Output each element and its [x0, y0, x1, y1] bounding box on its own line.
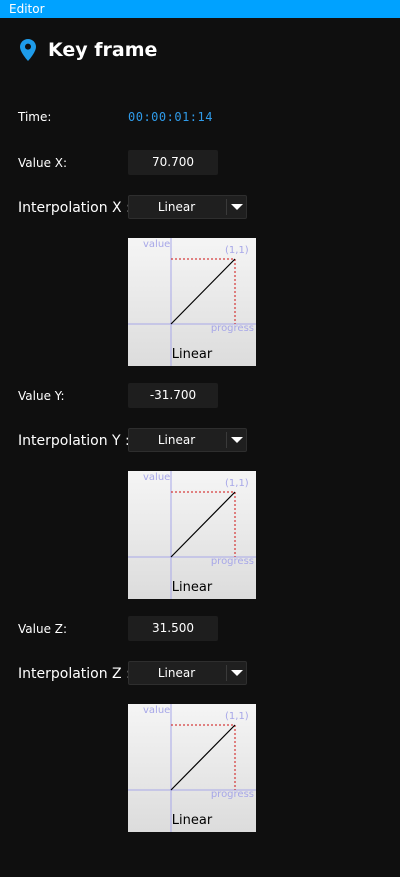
time-label: Time: [18, 110, 52, 124]
window-titlebar: Editor [0, 0, 400, 18]
interpolation-z-dropdown[interactable]: Linear [128, 661, 247, 685]
curve-name: Linear [171, 813, 213, 828]
curve-end-point-label: (1,1) [225, 711, 249, 722]
curve-axis-progress-label: progress [210, 789, 254, 800]
chevron-down-icon[interactable] [231, 437, 243, 443]
dropdown-separator [226, 199, 227, 215]
value-z-label: Value Z: [18, 622, 68, 636]
value-y-label: Value Y: [18, 389, 65, 403]
interpolation-x-selected: Linear [157, 200, 196, 214]
interpolation-x-dropdown[interactable]: Linear [128, 195, 247, 219]
value-x-field[interactable]: 70.700 [128, 150, 218, 175]
value-z-field[interactable]: 31.500 [128, 616, 218, 641]
window-title: Editor [9, 2, 45, 16]
interpolation-y-dropdown[interactable]: Linear [128, 428, 247, 452]
interpolation-x-curve-preview: value (1,1) progress Linear [128, 238, 256, 366]
interpolation-y-selected: Linear [157, 433, 196, 447]
chevron-down-icon[interactable] [231, 670, 243, 676]
curve-axis-value-label: value [143, 239, 171, 250]
value-y-field[interactable]: -31.700 [128, 383, 218, 408]
curve-end-point-label: (1,1) [225, 245, 249, 256]
curve-axis-progress-label: progress [210, 556, 254, 567]
interpolation-y-label: Interpolation Y : [18, 433, 130, 449]
location-pin-icon [20, 39, 36, 61]
dropdown-separator [226, 665, 227, 681]
interpolation-z-selected: Linear [157, 666, 196, 680]
curve-axis-value-label: value [143, 705, 171, 716]
chevron-down-icon[interactable] [231, 204, 243, 210]
value-x-label: Value X: [18, 156, 68, 170]
interpolation-x-label: Interpolation X : [18, 200, 131, 216]
curve-axis-progress-label: progress [210, 323, 254, 334]
interpolation-z-label: Interpolation Z : [18, 666, 131, 682]
dropdown-separator [226, 432, 227, 448]
panel-header: Key frame [20, 37, 157, 63]
curve-end-point-label: (1,1) [225, 478, 249, 489]
page-title: Key frame [48, 39, 158, 61]
interpolation-z-curve-preview: value (1,1) progress Linear [128, 704, 256, 832]
interpolation-y-curve-preview: value (1,1) progress Linear [128, 471, 256, 599]
curve-name: Linear [171, 580, 213, 595]
curve-name: Linear [171, 347, 213, 362]
time-value: 00:00:01:14 [128, 110, 213, 124]
curve-axis-value-label: value [143, 472, 171, 483]
